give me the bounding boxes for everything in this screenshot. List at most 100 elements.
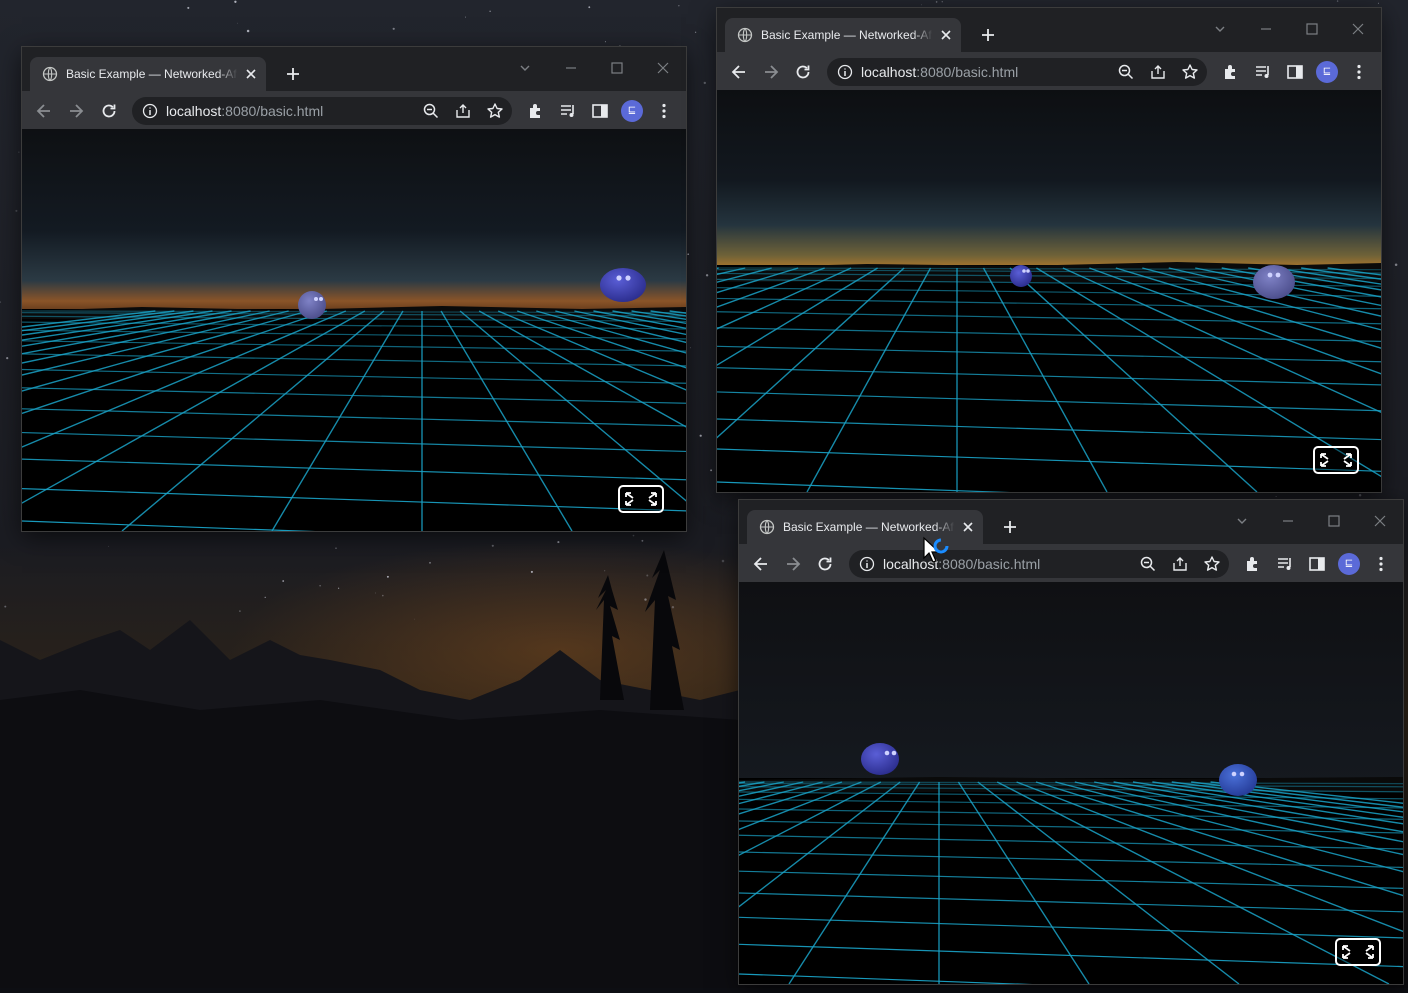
reload-icon[interactable]: [99, 101, 119, 121]
title-bar[interactable]: Basic Example — Networked-Aframe: [717, 8, 1381, 52]
zoom-out-icon[interactable]: [1117, 63, 1135, 81]
star: [337, 587, 340, 589]
close-window-icon[interactable]: [1371, 512, 1389, 530]
kebab-menu-icon[interactable]: [654, 101, 674, 121]
browser-window[interactable]: Basic Example — Networked-Aframe localho…: [22, 47, 686, 531]
side-panel-icon[interactable]: [590, 101, 610, 121]
aframe-scene-viewport[interactable]: [717, 90, 1381, 492]
puzzle-icon[interactable]: [526, 101, 546, 121]
minimize-icon[interactable]: [1279, 512, 1297, 530]
star: [414, 618, 416, 620]
reload-icon[interactable]: [815, 554, 835, 574]
omnibox[interactable]: localhost:8080/basic.html: [827, 58, 1207, 86]
star: [239, 610, 241, 612]
tab-search-icon[interactable]: [1211, 20, 1229, 38]
close-window-icon[interactable]: [1349, 20, 1367, 38]
media-queue-icon[interactable]: [558, 101, 578, 121]
reload-icon[interactable]: [793, 62, 813, 82]
close-tab-icon[interactable]: [244, 67, 258, 81]
share-icon[interactable]: [1149, 63, 1167, 81]
arrow-left-icon[interactable]: [34, 101, 54, 121]
info-icon[interactable]: [859, 556, 875, 572]
profile-avatar[interactable]: ⊑: [1338, 553, 1360, 575]
star-icon[interactable]: [1181, 63, 1199, 81]
star-icon[interactable]: [486, 102, 504, 120]
arrow-right-icon[interactable]: [761, 62, 781, 82]
title-bar[interactable]: Basic Example — Networked-Aframe: [22, 47, 686, 91]
star: [604, 570, 606, 572]
close-window-icon[interactable]: [654, 59, 672, 77]
aframe-scene-viewport[interactable]: [739, 582, 1403, 984]
kebab-menu-icon[interactable]: [1349, 62, 1369, 82]
puzzle-icon[interactable]: [1221, 62, 1241, 82]
star: [335, 547, 337, 550]
arrow-right-icon[interactable]: [66, 101, 86, 121]
maximize-icon[interactable]: [1325, 512, 1343, 530]
star: [237, 22, 238, 24]
arrow-left-icon[interactable]: [729, 62, 749, 82]
tab-search-icon[interactable]: [516, 59, 534, 77]
enter-vr-fullscreen-icon[interactable]: [1335, 938, 1381, 966]
media-queue-icon[interactable]: [1253, 62, 1273, 82]
vr-scene[interactable]: [717, 90, 1381, 492]
avatar-remote-2: [600, 268, 646, 302]
new-tab-icon[interactable]: [284, 65, 302, 83]
title-bar[interactable]: Basic Example — Networked-Aframe: [739, 500, 1403, 544]
vr-scene[interactable]: [22, 129, 686, 531]
new-tab-icon[interactable]: [979, 26, 997, 44]
new-tab-icon[interactable]: [1001, 518, 1019, 536]
maximize-icon[interactable]: [608, 59, 626, 77]
enter-vr-fullscreen-icon[interactable]: [618, 485, 664, 513]
media-queue-icon[interactable]: [1275, 554, 1295, 574]
star: [392, 27, 395, 30]
star: [671, 605, 675, 609]
share-icon[interactable]: [454, 102, 472, 120]
star: [687, 253, 690, 256]
tab-search-icon[interactable]: [1233, 512, 1251, 530]
browser-tab[interactable]: Basic Example — Networked-Aframe: [725, 18, 961, 52]
browser-window[interactable]: Basic Example — Networked-Aframe localho…: [739, 500, 1403, 984]
kebab-menu-icon[interactable]: [1371, 554, 1391, 574]
arrow-left-icon[interactable]: [751, 554, 771, 574]
side-panel-icon[interactable]: [1307, 554, 1327, 574]
star: [721, 559, 725, 563]
globe-icon: [737, 27, 753, 43]
browser-tab[interactable]: Basic Example — Networked-Aframe: [30, 57, 266, 91]
avatar-remote-1: [298, 291, 326, 319]
close-tab-icon[interactable]: [961, 520, 975, 534]
tab-title: Basic Example — Networked-Aframe: [66, 67, 238, 81]
omnibox[interactable]: localhost:8080/basic.html: [132, 97, 512, 125]
star: [941, 1, 943, 3]
close-tab-icon[interactable]: [939, 28, 953, 42]
toolbar: localhost:8080/basic.html ⊑: [739, 544, 1403, 582]
side-panel-icon[interactable]: [1285, 62, 1305, 82]
avatar-remote-1: [1010, 265, 1032, 287]
star: [375, 592, 376, 594]
zoom-out-icon[interactable]: [1139, 555, 1157, 573]
star: [632, 534, 635, 537]
url-text: localhost:8080/basic.html: [883, 556, 1041, 572]
star: [187, 6, 190, 9]
aframe-scene-viewport[interactable]: [22, 129, 686, 531]
profile-avatar[interactable]: ⊑: [1316, 61, 1338, 83]
star: [1336, 0, 1339, 2]
minimize-icon[interactable]: [562, 59, 580, 77]
star-icon[interactable]: [1203, 555, 1221, 573]
avatar-remote-2: [1253, 265, 1295, 299]
vr-scene[interactable]: [739, 582, 1403, 984]
zoom-out-icon[interactable]: [422, 102, 440, 120]
arrow-right-icon[interactable]: [783, 554, 803, 574]
omnibox[interactable]: localhost:8080/basic.html: [849, 550, 1229, 578]
maximize-icon[interactable]: [1303, 20, 1321, 38]
minimize-icon[interactable]: [1257, 20, 1275, 38]
enter-vr-fullscreen-icon[interactable]: [1313, 446, 1359, 474]
puzzle-icon[interactable]: [1243, 554, 1263, 574]
browser-window[interactable]: Basic Example — Networked-Aframe localho…: [717, 8, 1381, 492]
star: [935, 1, 938, 3]
globe-icon: [759, 519, 775, 535]
toolbar: localhost:8080/basic.html ⊑: [22, 91, 686, 129]
info-icon[interactable]: [837, 64, 853, 80]
profile-avatar[interactable]: ⊑: [621, 100, 643, 122]
share-icon[interactable]: [1171, 555, 1189, 573]
info-icon[interactable]: [142, 103, 158, 119]
